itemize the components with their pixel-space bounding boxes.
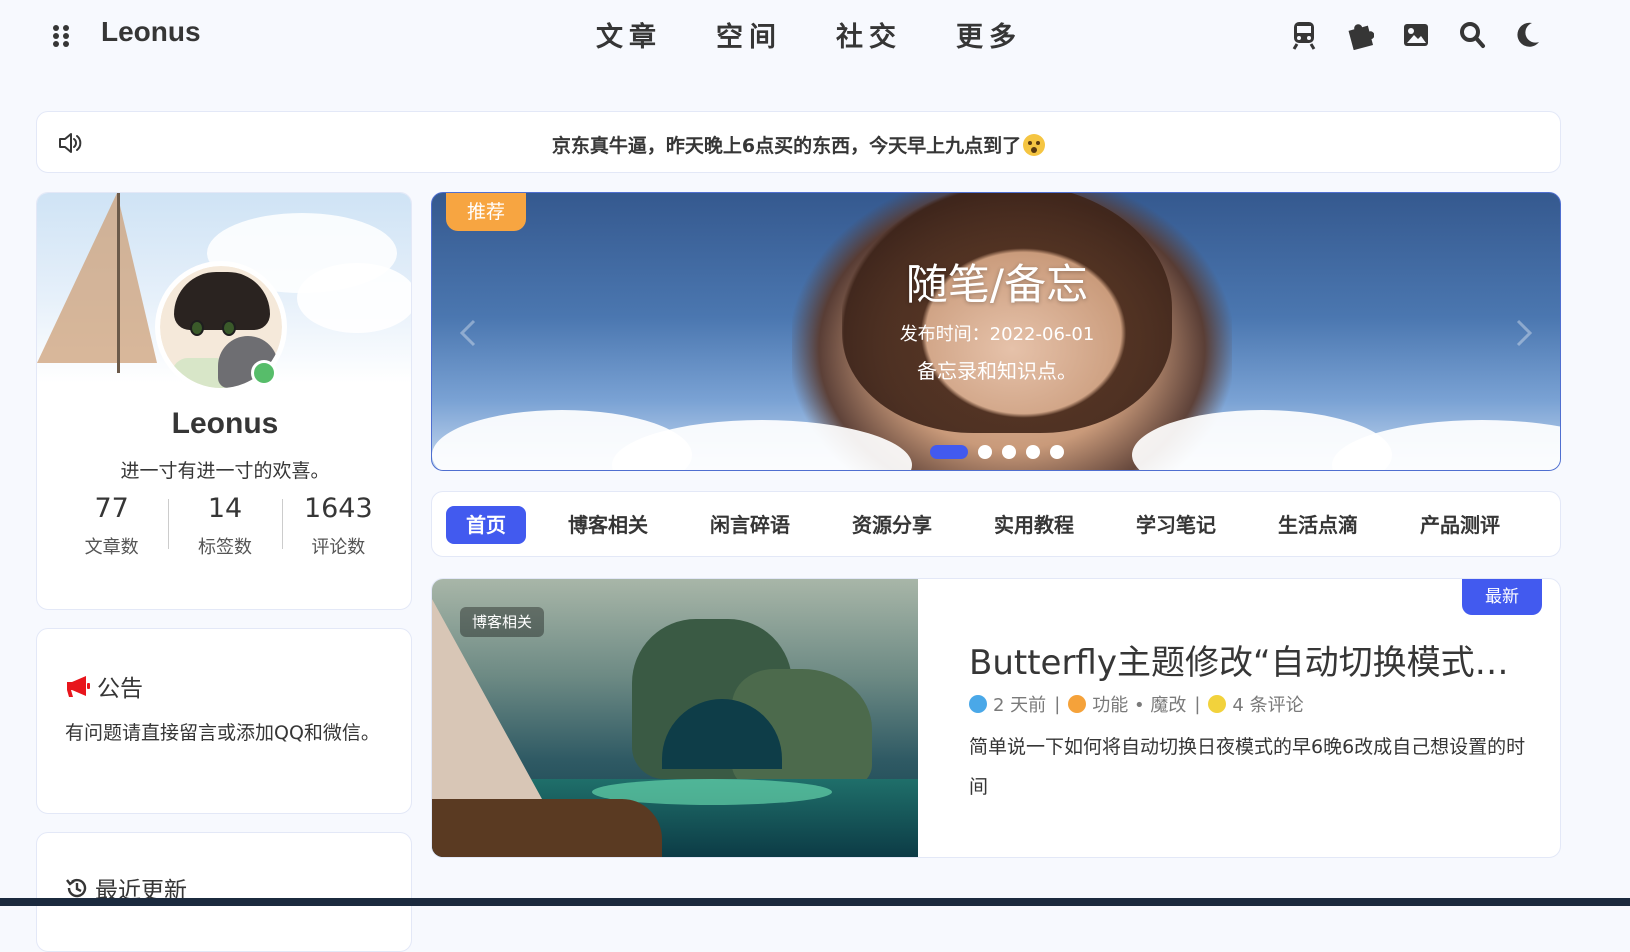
carousel-dot[interactable] <box>1026 445 1040 459</box>
site-brand-link[interactable]: Leonus <box>101 16 201 48</box>
astonished-face-emoji-icon <box>1023 134 1046 156</box>
train-icon[interactable] <box>1290 20 1318 50</box>
recommend-badge: 推荐 <box>446 193 526 231</box>
category-tab[interactable]: 写 <box>1542 506 1560 544</box>
hourglass-icon <box>969 695 987 713</box>
category-tabs: 首页博客相关闲言碎语资源分享实用教程学习笔记生活点滴产品测评写 <box>446 506 1560 544</box>
nav-link-space[interactable]: 空间 <box>716 15 782 54</box>
search-icon[interactable] <box>1458 20 1486 50</box>
carousel-next-arrow-icon[interactable] <box>1508 313 1538 353</box>
stat-tags-label: 标签数 <box>197 537 252 558</box>
category-tab[interactable]: 闲言碎语 <box>690 506 810 544</box>
top-nav: Leonus 文章 空间 社交 更多 <box>0 0 1630 70</box>
nav-tools <box>1290 20 1542 51</box>
hero-title[interactable]: 随笔/备忘 <box>432 251 1560 312</box>
stat-comments[interactable]: 1643 评论数 <box>281 489 395 559</box>
announcement-text[interactable]: 京东真牛逼，昨天晚上6点买的东西，今天早上九点到了 <box>37 131 1560 158</box>
main-menu: 文章 空间 社交 更多 <box>596 15 1022 54</box>
carousel-dot[interactable] <box>1002 445 1016 459</box>
stat-tags-value: 14 <box>207 493 243 524</box>
stat-tags[interactable]: 14 标签数 <box>168 489 281 559</box>
hero-description: 备忘录和知识点。 <box>917 359 1077 383</box>
category-tab[interactable]: 首页 <box>446 506 526 544</box>
article-card[interactable]: 博客相关 最新 Butterfly主题修改“自动切换模式”… 2 天前 | 功能… <box>431 578 1561 858</box>
nav-link-social[interactable]: 社交 <box>836 15 902 54</box>
article-category-tag[interactable]: 博客相关 <box>460 607 545 637</box>
profile-stats: 77 文章数 14 标签数 1643 评论数 <box>55 489 395 559</box>
nav-link-more[interactable]: 更多 <box>956 15 1022 54</box>
stat-comments-value: 1643 <box>303 493 373 524</box>
image-icon[interactable] <box>1402 20 1430 50</box>
carousel-dot[interactable] <box>930 445 968 459</box>
article-tags[interactable]: 功能 • 魔改 <box>1092 691 1186 717</box>
article-cover-image[interactable]: 博客相关 <box>432 579 918 857</box>
announcement-bar: 京东真牛逼，昨天晚上6点买的东西，今天早上九点到了 <box>36 111 1561 173</box>
online-status-dot <box>251 360 277 386</box>
category-tab[interactable]: 实用教程 <box>974 506 1094 544</box>
category-tabs-bar: 首页博客相关闲言碎语资源分享实用教程学习笔记生活点滴产品测评写 <box>431 491 1561 557</box>
article-description: 简单说一下如何将自动切换日夜模式的早6晚6改成自己想设置的时间 <box>969 736 1526 798</box>
notice-body: 有问题请直接留言或添加QQ和微信。 <box>65 722 380 744</box>
nav-link-articles[interactable]: 文章 <box>596 15 662 54</box>
newest-badge: 最新 <box>1462 579 1542 615</box>
article-meta: 2 天前 | 功能 • 魔改 | 4 条评论 <box>969 691 1304 717</box>
carousel-pagination <box>930 445 1064 459</box>
hero-carousel[interactable]: 推荐 随笔/备忘 发布时间：2022-06-01 备忘录和知识点。 <box>431 192 1561 471</box>
meta-separator: | <box>1054 693 1061 715</box>
category-tab[interactable]: 生活点滴 <box>1258 506 1378 544</box>
category-tab[interactable]: 博客相关 <box>548 506 668 544</box>
moon-icon[interactable] <box>1514 20 1542 50</box>
stat-comments-label: 评论数 <box>311 537 366 558</box>
history-icon <box>65 876 89 900</box>
profile-card: Leonus 进一寸有进一寸的欢喜。 77 文章数 14 标签数 1643 评论… <box>36 192 412 610</box>
notice-header: 公告 <box>65 669 143 703</box>
category-tab[interactable]: 学习笔记 <box>1116 506 1236 544</box>
grid-menu-icon[interactable] <box>52 24 72 48</box>
announcement-message: 京东真牛逼，昨天晚上6点买的东西，今天早上九点到了 <box>551 135 1022 157</box>
stat-articles[interactable]: 77 文章数 <box>55 489 168 559</box>
notice-card: 公告 有问题请直接留言或添加QQ和微信。 <box>36 628 412 814</box>
category-tab[interactable]: 资源分享 <box>832 506 952 544</box>
taskbar-strip <box>0 898 1630 906</box>
comment-icon <box>1208 695 1227 713</box>
notice-title: 公告 <box>97 676 143 702</box>
carousel-prev-arrow-icon[interactable] <box>454 313 484 353</box>
category-tab[interactable]: 产品测评 <box>1400 506 1520 544</box>
tag-icon <box>1068 695 1087 713</box>
article-comments[interactable]: 4 条评论 <box>1232 691 1303 717</box>
hero-date: 发布时间：2022-06-01 <box>899 324 1095 345</box>
stat-articles-label: 文章数 <box>84 537 139 558</box>
puzzle-icon[interactable] <box>1346 20 1375 51</box>
profile-bio: 进一寸有进一寸的欢喜。 <box>120 460 330 482</box>
carousel-dot[interactable] <box>978 445 992 459</box>
article-time: 2 天前 <box>993 695 1047 716</box>
article-title[interactable]: Butterfly主题修改“自动切换模式”… <box>969 635 1509 684</box>
carousel-dot[interactable] <box>1050 445 1064 459</box>
meta-separator: | <box>1194 693 1201 715</box>
recent-updates-card: 最近更新 <box>36 832 412 952</box>
profile-name: Leonus <box>171 407 279 440</box>
megaphone-icon <box>65 674 91 698</box>
stat-articles-value: 77 <box>94 493 129 524</box>
